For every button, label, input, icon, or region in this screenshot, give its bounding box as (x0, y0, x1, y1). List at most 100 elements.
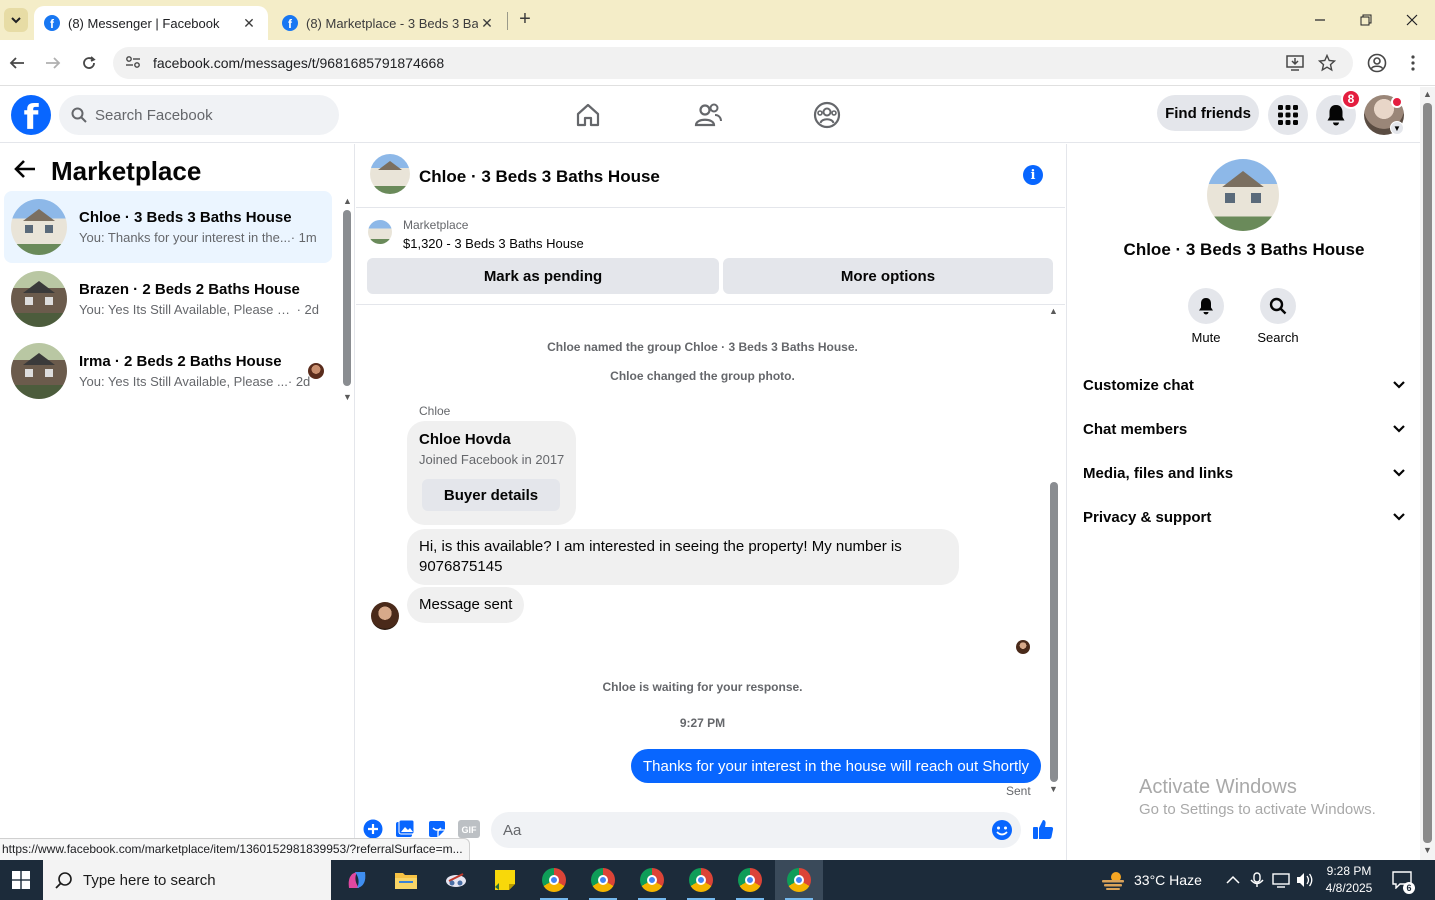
more-options-button[interactable]: More options (723, 258, 1053, 294)
chrome-profile-e-icon[interactable] (726, 860, 774, 900)
minimize-icon[interactable] (1300, 6, 1340, 34)
volume-icon[interactable] (1296, 860, 1314, 900)
taskbar-search-box[interactable]: Type here to search (43, 860, 331, 900)
system-message: Chloe named the group Chloe · 3 Beds 3 B… (547, 340, 858, 354)
scroll-down-icon[interactable]: ▼ (1049, 784, 1058, 794)
notification-badge: 8 (1341, 89, 1361, 109)
tab-separator (507, 12, 508, 30)
conversation-item[interactable]: Irma · 2 Beds 2 Baths House You: Yes Its… (4, 335, 332, 407)
bookmark-star-icon[interactable] (1315, 51, 1339, 75)
menu-grid-icon[interactable] (1268, 95, 1308, 135)
listing-thumbnail[interactable] (368, 220, 392, 244)
restore-icon[interactable] (1346, 6, 1386, 34)
notification-count-badge: 6 (1403, 882, 1415, 894)
chrome-profile-d-icon[interactable] (677, 860, 725, 900)
sender-avatar[interactable] (371, 602, 399, 630)
conversation-title: Irma · 2 Beds 2 Baths House (79, 353, 282, 370)
chat-title[interactable]: Chloe · 3 Beds 3 Baths House (419, 167, 660, 187)
scroll-down-icon[interactable]: ▼ (343, 392, 352, 402)
chat-scrollbar[interactable]: ▲ ▼ (1047, 306, 1061, 798)
new-tab-plus-icon[interactable]: + (514, 8, 536, 32)
customize-chat-section[interactable]: Customize chat (1083, 367, 1405, 403)
url-omnibox[interactable]: facebook.com/messages/t/9681685791874668 (113, 47, 1353, 79)
install-app-icon[interactable] (1283, 51, 1307, 75)
info-icon[interactable]: i (1023, 165, 1043, 185)
mute-button[interactable]: Mute (1176, 288, 1236, 345)
media-files-links-section[interactable]: Media, files and links (1083, 455, 1405, 491)
snipping-tool-icon[interactable] (432, 860, 480, 900)
facebook-search-input[interactable] (95, 106, 315, 124)
chat-info-panel: Chloe · 3 Beds 3 Baths House Mute Search… (1066, 144, 1420, 860)
buyer-details-button[interactable]: Buyer details (422, 479, 560, 511)
scrollbar-thumb[interactable] (343, 210, 351, 386)
scroll-up-icon[interactable]: ▲ (1049, 306, 1058, 316)
conversation-item[interactable]: Chloe · 3 Beds 3 Baths House You: Thanks… (4, 191, 332, 263)
listing-thumbnail (11, 271, 67, 327)
weather-widget[interactable]: 33°C Haze (1100, 860, 1202, 900)
group-photo[interactable] (1207, 159, 1279, 231)
network-icon[interactable] (1272, 860, 1290, 900)
profile-icon[interactable] (1365, 51, 1389, 75)
seen-by-avatar (308, 363, 324, 379)
tab-close-icon[interactable]: ✕ (240, 15, 258, 32)
scrollbar-thumb[interactable] (1423, 103, 1432, 843)
tab-close-icon[interactable]: ✕ (478, 15, 496, 32)
back-arrow-icon[interactable] (5, 51, 29, 75)
incoming-message: Hi, is this available? I am interested i… (407, 529, 959, 585)
facebook-logo-icon[interactable]: f (11, 95, 51, 135)
site-settings-icon[interactable] (123, 55, 143, 72)
plus-circle-icon[interactable] (362, 818, 384, 840)
scroll-up-icon[interactable]: ▲ (1423, 89, 1432, 99)
taskbar-clock[interactable]: 9:28 PM 4/8/2025 (1318, 863, 1380, 897)
scroll-down-icon[interactable]: ▼ (1423, 845, 1432, 855)
message-input-box[interactable] (491, 812, 1021, 848)
browser-tab-messenger[interactable]: f (8) Messenger | Facebook ✕ (34, 6, 268, 40)
gif-icon[interactable]: GIF (458, 818, 480, 840)
conversation-snippet: You: Thanks for your interest in the... (79, 230, 291, 245)
thumbs-up-icon[interactable] (1031, 816, 1055, 842)
scrollbar-thumb[interactable] (1050, 482, 1058, 782)
facebook-search-box[interactable] (59, 95, 339, 135)
conversation-snippet: You: Yes Its Still Available, Please ... (79, 374, 288, 389)
forward-arrow-icon[interactable] (41, 51, 65, 75)
show-hidden-icons-chevron-icon[interactable] (1226, 860, 1240, 900)
conversation-list-scrollbar[interactable]: ▲ ▼ (341, 196, 353, 406)
conversation-item[interactable]: Brazen · 2 Beds 2 Baths House You: Yes I… (4, 263, 332, 335)
chat-thumbnail[interactable] (370, 154, 410, 194)
close-window-icon[interactable] (1392, 6, 1432, 34)
sticker-icon[interactable] (426, 818, 448, 840)
chrome-profile-a-icon[interactable] (530, 860, 578, 900)
friends-icon[interactable] (692, 99, 724, 131)
tab-search-chevron-icon[interactable] (4, 8, 28, 32)
browser-tab-bar: f (8) Messenger | Facebook ✕ f (8) Marke… (0, 0, 1435, 40)
sticky-notes-icon[interactable] (481, 860, 529, 900)
listing-price[interactable]: $1,320 - 3 Beds 3 Baths House (403, 236, 584, 251)
notification-center-icon[interactable]: 6 (1392, 860, 1415, 900)
home-icon[interactable] (572, 99, 604, 131)
browser-tab-marketplace[interactable]: f (8) Marketplace - 3 Beds 3 Bath ✕ (272, 6, 506, 40)
page-scrollbar[interactable]: ▲ ▼ (1420, 87, 1435, 860)
meet-now-icon[interactable] (1250, 860, 1264, 900)
message-input[interactable] (503, 821, 973, 839)
reload-icon[interactable] (77, 51, 101, 75)
chrome-profile-c-icon[interactable] (628, 860, 676, 900)
browser-menu-icon[interactable] (1401, 51, 1425, 75)
chat-members-section[interactable]: Chat members (1083, 411, 1405, 447)
scroll-up-icon[interactable]: ▲ (343, 196, 352, 206)
windows-start-icon[interactable] (0, 860, 42, 900)
chrome-profile-active-icon[interactable] (775, 860, 823, 900)
photo-icon[interactable] (394, 818, 416, 840)
mark-as-pending-button[interactable]: Mark as pending (367, 258, 719, 294)
section-label: Customize chat (1083, 376, 1194, 394)
groups-icon[interactable] (811, 99, 843, 131)
chrome-profile-b-icon[interactable] (579, 860, 627, 900)
emoji-icon[interactable] (991, 819, 1013, 844)
copilot-icon[interactable] (333, 860, 381, 900)
find-friends-button[interactable]: Find friends (1157, 95, 1259, 131)
file-explorer-icon[interactable] (382, 860, 430, 900)
group-title: Chloe · 3 Beds 3 Baths House (1123, 240, 1365, 259)
search-conversation-button[interactable]: Search (1248, 288, 1308, 345)
privacy-support-section[interactable]: Privacy & support (1083, 499, 1405, 535)
back-arrow-icon[interactable] (14, 159, 42, 185)
account-chevron-down-icon[interactable]: ▼ (1390, 121, 1404, 135)
